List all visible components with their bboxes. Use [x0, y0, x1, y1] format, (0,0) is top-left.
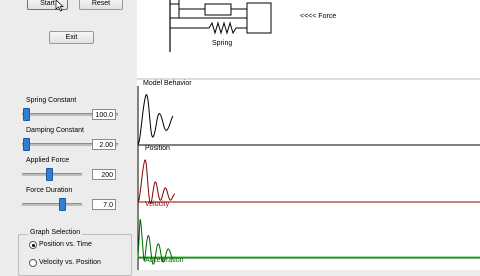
velocity-curve: [137, 159, 176, 204]
force-duration-slider[interactable]: [22, 198, 82, 211]
applied-force-input[interactable]: 200: [92, 169, 116, 180]
damping-constant-label: Damping Constant: [26, 127, 84, 134]
exit-button[interactable]: Exit: [49, 31, 94, 44]
slider-thumb[interactable]: [46, 168, 53, 181]
reset-button[interactable]: Reset: [79, 0, 123, 10]
spring-label: Spring: [212, 40, 233, 47]
slider-thumb[interactable]: [23, 138, 30, 151]
position-curve: [137, 94, 174, 146]
force-label: <<<< Force: [300, 13, 337, 20]
damping-constant-input[interactable]: 2.00: [92, 139, 116, 150]
applied-force-label: Applied Force: [26, 157, 70, 164]
velocity-vs-position-label[interactable]: Velocity vs. Position: [39, 259, 101, 266]
model-behavior-title: Model Behavior: [143, 80, 192, 87]
graph-selection-title: Graph Selection: [28, 229, 83, 236]
slider-track: [22, 203, 82, 206]
position-vs-time-label[interactable]: Position vs. Time: [39, 241, 92, 248]
spring-constant-label: Spring Constant: [26, 97, 77, 104]
spring-mass-diagram: Spring <<<< Force: [137, 0, 480, 80]
force-duration-input[interactable]: 7.0: [92, 199, 116, 210]
mouse-pointer-icon: [55, 0, 64, 12]
force-duration-label: Force Duration: [26, 187, 73, 194]
applied-force-slider[interactable]: [22, 168, 82, 181]
spring-constant-input[interactable]: 100.0: [92, 109, 116, 120]
slider-thumb[interactable]: [59, 198, 66, 211]
acceleration-plot-label: Acceleration: [145, 257, 184, 264]
control-panel: Start Reset Exit Spring Constant 100.0 D…: [0, 0, 138, 276]
radio-velocity-vs-position[interactable]: [29, 259, 37, 267]
model-behavior-panel: Position Velocity Acceleration: [137, 80, 480, 270]
model-behavior-plots: [137, 86, 480, 270]
radio-position-vs-time[interactable]: [29, 241, 37, 249]
position-plot-label: Position: [145, 145, 170, 152]
velocity-plot-label: Velocity: [145, 201, 170, 208]
spring-diagram-drawing: [169, 0, 272, 52]
slider-thumb[interactable]: [23, 108, 30, 121]
